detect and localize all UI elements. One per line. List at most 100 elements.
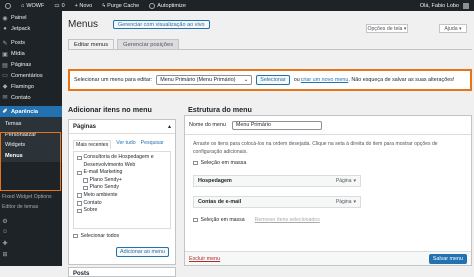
wordpress-logo[interactable]	[0, 2, 16, 9]
select-menu-button[interactable]: Selecionar	[256, 75, 290, 85]
appearance-submenu: Temas Personalizar Widgets Menus	[0, 117, 62, 163]
sidebar-item-posts[interactable]: ✎ Posts	[0, 38, 62, 49]
chevron-down-icon[interactable]: ▾	[353, 178, 356, 184]
submenu-menus[interactable]: Menus	[0, 151, 62, 162]
pages-icon: ▤	[2, 62, 8, 69]
page-label: Desenvolvimento Web	[83, 161, 136, 168]
submenu-fixed-widget[interactable]: Fixed Widget Options	[2, 193, 52, 203]
submenu-temas[interactable]: Temas	[0, 119, 62, 130]
sidebar-item-configuracoes[interactable]: ⊞ Configurações	[0, 249, 62, 260]
new-content-link[interactable]: + Novo	[70, 3, 98, 9]
home-icon: ⌂	[21, 2, 25, 9]
page-checkbox[interactable]	[77, 201, 82, 206]
list-item[interactable]: E-mail Marketing	[77, 169, 167, 177]
tab-view-all[interactable]: Ver tudo	[116, 140, 135, 149]
page-label: Consultoria de Hospedagem e	[83, 154, 154, 160]
bulk-select-bottom[interactable]: Seleção em massa	[193, 217, 245, 223]
submenu-widgets[interactable]: Widgets	[0, 140, 62, 151]
sidebar-item-aparencia[interactable]: ✐ Aparência	[0, 106, 62, 118]
sidebar-item-usuarios[interactable]: ☺ Usuários	[0, 227, 62, 238]
sidebar-bottom: ⚙ Plugins ☺ Usuários ✚ Ferramentas ⊞ Configu…	[0, 216, 62, 260]
submenu-editor-temas[interactable]: Editor de temas	[2, 203, 52, 213]
menu-item-type: Página ▾	[336, 178, 356, 184]
site-name: WOWF	[26, 2, 45, 9]
list-item[interactable]: Contato	[77, 200, 167, 208]
save-reminder-text: . Não esqueça de salvar as suas alteraçõ…	[348, 77, 455, 83]
bulk-select-row-bottom: Seleção em massa Remover itens seleciona…	[185, 217, 471, 223]
page-checkbox[interactable]	[77, 193, 82, 198]
main-content: Menus Gerenciar com visualização ao vivo…	[62, 11, 474, 277]
account-menu[interactable]: Olá, Fabio Lobo	[415, 2, 474, 9]
page-label: Plano Sendy+	[89, 176, 122, 183]
purge-cache-link[interactable]: ϟ Purge Cache	[97, 3, 144, 9]
select-all-checkbox[interactable]	[73, 233, 78, 239]
page-checkbox[interactable]	[77, 208, 82, 214]
create-new-menu-link[interactable]: criar um novo menu	[301, 77, 349, 83]
list-item[interactable]: Meio ambiente	[77, 192, 167, 200]
menu-item-type-label: Página	[335, 178, 352, 184]
posts-panel-header[interactable]: Posts	[68, 267, 176, 277]
bulk-select-checkbox[interactable]	[193, 217, 198, 223]
menu-item-hospedagem[interactable]: Hospedagem Página ▾	[193, 175, 361, 187]
site-name-link[interactable]: ⌂ WOWF	[16, 3, 49, 9]
sidebar-item-contato[interactable]: ✉ Contato	[0, 92, 62, 103]
list-item[interactable]: Consultoria de Hospedagem e	[77, 154, 167, 162]
menu-item-type-label: Página	[335, 199, 352, 205]
pages-checklist[interactable]: Consultoria de Hospedagem e Desenvolvime…	[73, 151, 171, 229]
remove-selected-link[interactable]: Remover itens selecionados	[255, 217, 320, 223]
admin-bar: ⌂ WOWF ▭ 0 + Novo ϟ Purge Cache Autoptimize…	[0, 0, 474, 11]
tab-search[interactable]: Pesquisar	[141, 140, 164, 149]
page-label: Meio ambiente	[83, 191, 118, 198]
save-menu-button[interactable]: Salvar menu	[428, 253, 467, 264]
list-item[interactable]: Plano Sendy+	[77, 177, 167, 185]
page-title: Menus	[68, 19, 99, 30]
list-item-continuation: Desenvolvimento Web	[77, 162, 167, 170]
sidebar-item-flamingo[interactable]: ◆ Flamingo	[0, 81, 62, 92]
tab-most-recent[interactable]: Mais recentes	[73, 140, 112, 149]
page-checkbox[interactable]	[77, 170, 82, 176]
howdy-text: Olá, Fabio Lobo	[419, 2, 459, 9]
sidebar-item-paginas[interactable]: ▤ Páginas	[0, 60, 62, 71]
add-to-menu-button[interactable]: Adicionar ao menu	[116, 247, 169, 257]
sidebar-item-ferramentas[interactable]: ✚ Ferramentas	[0, 238, 62, 249]
pages-panel-title: Páginas	[73, 123, 97, 130]
select-all-label: Selecionar todos	[80, 233, 120, 239]
menu-item-contas-email[interactable]: Contas de e-mail Página ▾	[193, 196, 361, 208]
comments-link[interactable]: ▭ 0	[49, 3, 69, 9]
sidebar-item-plugins[interactable]: ⚙ Plugins	[0, 216, 62, 227]
menu-name-value: Menu Primário	[235, 122, 271, 128]
screen-options-button[interactable]: Opções de tela ▾	[366, 24, 408, 33]
menu-select-dropdown[interactable]: Menu Primário (Menu Primário) ⌄	[156, 75, 253, 85]
paintbrush-icon: ✐	[2, 109, 8, 116]
bulk-select-label: Seleção em massa	[200, 160, 247, 166]
page-checkbox[interactable]	[83, 178, 88, 183]
list-item[interactable]: Plano Sendy	[77, 184, 167, 192]
select-all-row[interactable]: Selecionar todos	[69, 229, 175, 239]
sidebar-item-painel[interactable]: ◉ Painel	[0, 13, 62, 24]
comments-count: 0	[61, 2, 65, 9]
autoptimize-icon	[149, 2, 156, 9]
comment-icon: ▭	[54, 2, 60, 9]
mail-icon: ✉	[2, 95, 8, 102]
avatar	[463, 2, 469, 9]
list-item[interactable]: Sobre	[77, 207, 167, 215]
dashboard-icon: ◉	[2, 15, 8, 22]
pages-panel-header[interactable]: Páginas ▴	[69, 120, 175, 134]
autoptimize-link[interactable]: Autoptimize	[144, 2, 191, 9]
page-checkbox[interactable]	[77, 155, 82, 160]
sidebar-item-jetpack[interactable]: ● Jetpack	[0, 24, 62, 35]
sidebar-item-midia[interactable]: ▣ Mídia	[0, 49, 62, 60]
chevron-down-icon[interactable]: ▾	[353, 199, 356, 205]
delete-menu-link[interactable]: Excluir menu	[189, 256, 220, 262]
help-button[interactable]: Ajuda ▾	[439, 24, 467, 33]
menu-name-input[interactable]: Menu Primário	[231, 120, 322, 130]
sidebar-item-comentarios[interactable]: ▭ Comentários	[0, 70, 62, 81]
sidebar-label: Flamingo	[11, 83, 35, 90]
bulk-select-checkbox[interactable]	[193, 160, 198, 166]
page-checkbox[interactable]	[83, 185, 88, 191]
sidebar-label: Posts	[11, 40, 25, 47]
manage-live-button[interactable]: Gerenciar com visualização ao vivo	[113, 20, 210, 29]
submenu-personalizar[interactable]: Personalizar	[0, 130, 62, 141]
chevron-up-icon: ▴	[167, 124, 171, 130]
menu-item-title: Hospedagem	[198, 178, 232, 184]
